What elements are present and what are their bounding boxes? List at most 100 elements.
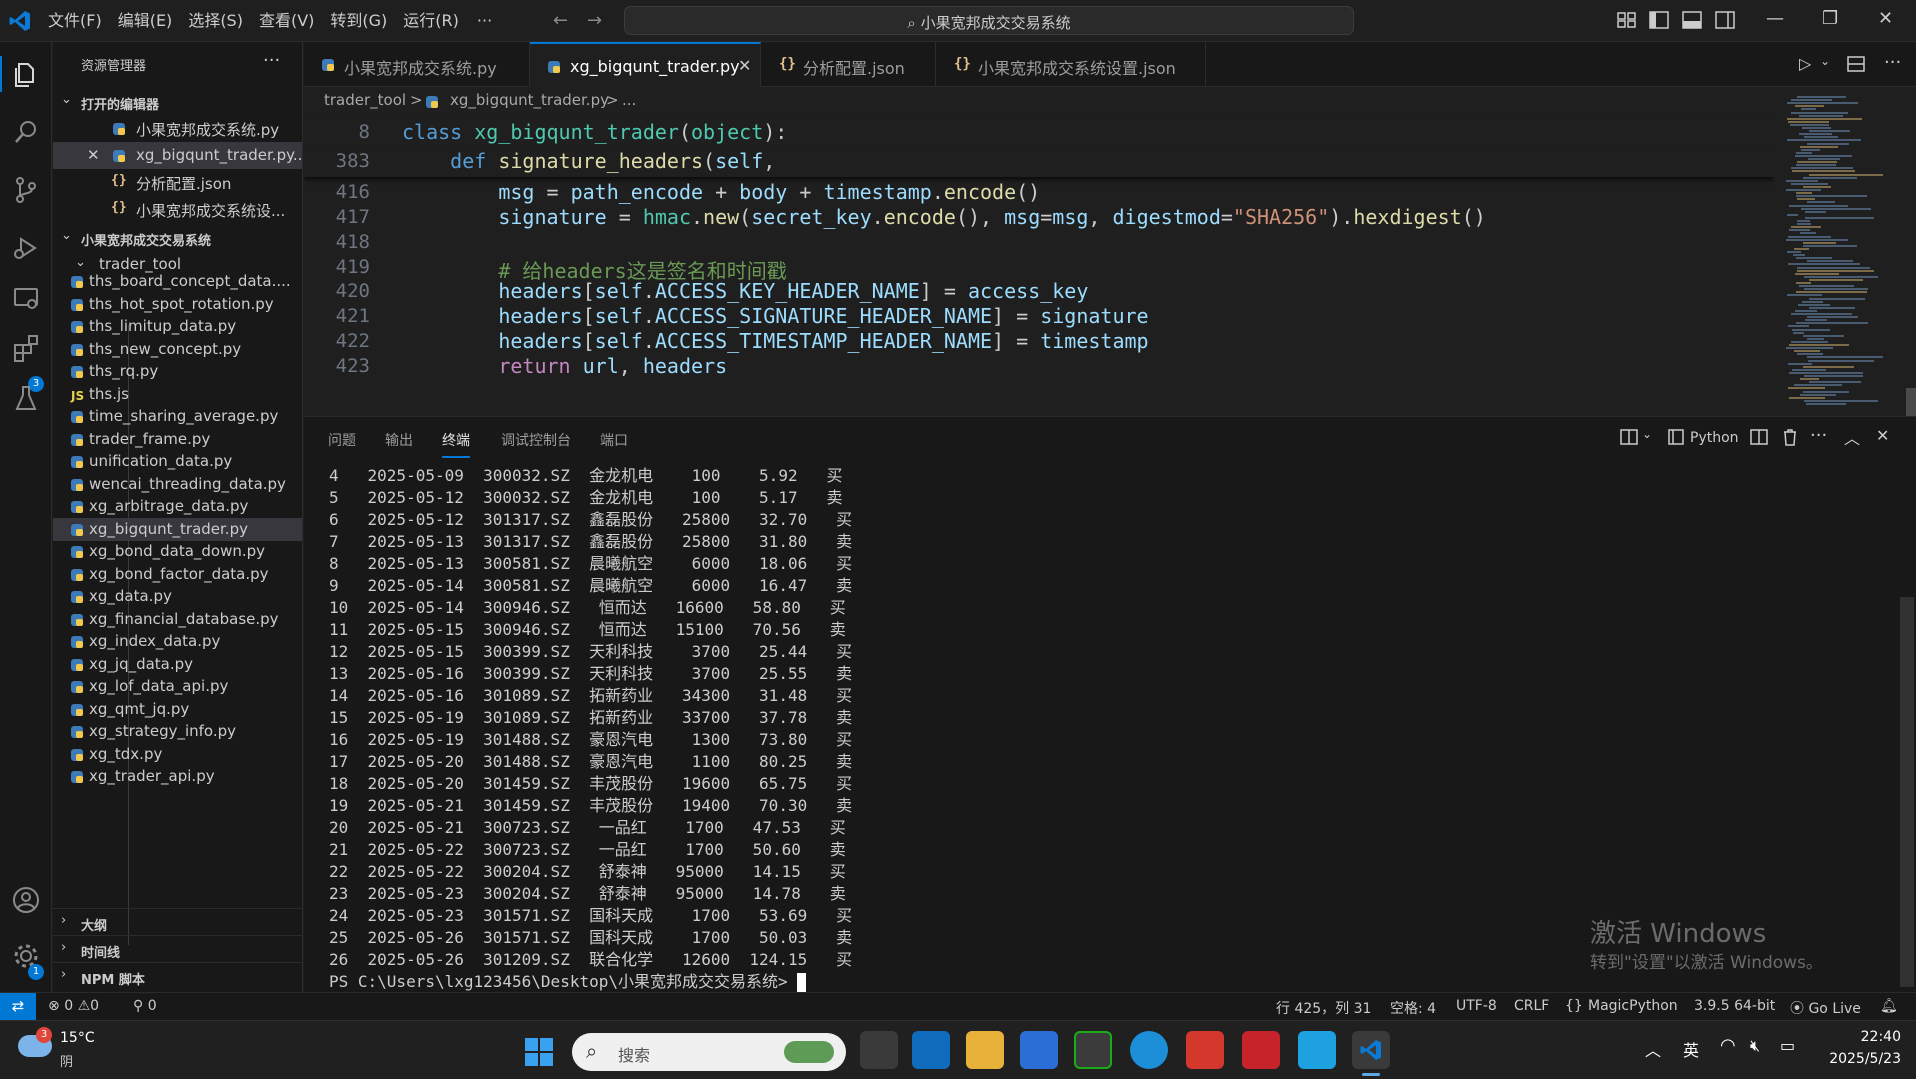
toggle-panel-icon[interactable] <box>1682 11 1702 29</box>
accounts-icon[interactable] <box>10 884 42 916</box>
search-view-icon[interactable] <box>10 116 42 148</box>
chevron-down-icon[interactable]: ⌄ <box>1642 427 1652 441</box>
file-item[interactable]: wencai_threading_data.py <box>53 473 302 496</box>
file-explorer-icon[interactable] <box>966 1031 1004 1069</box>
trading-app-icon[interactable] <box>1242 1031 1280 1069</box>
indentation[interactable]: 空格: 4 <box>1390 998 1436 1018</box>
split-editor-icon[interactable] <box>1847 56 1865 72</box>
menu-file[interactable]: 文件(F) <box>44 10 114 32</box>
clock-date[interactable]: 2025/5/23 <box>1805 1051 1901 1067</box>
testing-flask-icon[interactable] <box>10 382 42 414</box>
file-item[interactable]: trader_frame.py <box>53 428 302 451</box>
weather-temperature[interactable]: 15°C <box>60 1030 95 1046</box>
terminal-output[interactable]: 4 2025-05-09 300032.SZ 金龙机电 100 5.92 买 5 … <box>329 465 852 993</box>
panel-tab-ports[interactable]: 端口 <box>600 430 628 450</box>
file-item[interactable]: xg_strategy_info.py <box>53 720 302 743</box>
toggle-secondary-sidebar-icon[interactable] <box>1715 11 1735 29</box>
input-method-indicator[interactable]: 英 <box>1683 1037 1699 1061</box>
sticky-scroll-line[interactable]: 8 class xg_bigqunt_trader(object): <box>304 118 1774 148</box>
run-debug-icon[interactable] <box>10 232 42 264</box>
sticky-scroll-line[interactable]: 383 def signature_headers(self, <box>304 147 1774 177</box>
clock-time[interactable]: 22:40 <box>1825 1029 1901 1045</box>
terminal-scrollbar[interactable] <box>1900 597 1914 987</box>
file-item[interactable]: time_sharing_average.py <box>53 405 302 428</box>
file-item[interactable]: xg_lof_data_api.py <box>53 675 302 698</box>
battery-icon[interactable]: ▭ <box>1780 1036 1795 1055</box>
ports-indicator[interactable]: ⚲ 0 <box>133 998 157 1014</box>
tab-main-system[interactable]: 小果宽邦成交系统.py <box>304 42 530 87</box>
breadcrumb-tail[interactable]: ... <box>622 91 636 109</box>
go-live-button[interactable]: ⦿ Go Live <box>1790 998 1861 1018</box>
cursor-position[interactable]: 行 425，列 31 <box>1276 998 1371 1018</box>
menu-more[interactable]: ··· <box>471 10 498 32</box>
remote-indicator-icon[interactable]: ⇄ <box>0 993 36 1021</box>
file-item[interactable]: ths_new_concept.py <box>53 338 302 361</box>
encoding[interactable]: UTF-8 <box>1456 998 1497 1014</box>
close-panel-icon[interactable]: ✕ <box>1876 426 1889 445</box>
wechat-icon[interactable] <box>1074 1031 1112 1069</box>
timeline-section[interactable]: › 时间线 <box>53 935 302 962</box>
terminal-prompt-line[interactable]: PS C:\Users\lxg123456\Desktop\小果宽邦成交交易系统… <box>329 971 852 993</box>
file-item[interactable]: xg_tdx.py <box>53 743 302 766</box>
source-control-icon[interactable] <box>10 174 42 206</box>
notifications-bell-icon[interactable]: 🔔︎ <box>1880 998 1898 1014</box>
file-item[interactable]: xg_financial_database.py <box>53 608 302 631</box>
language-mode[interactable]: MagicPython <box>1588 998 1678 1014</box>
file-item[interactable]: xg_bond_data_down.py <box>53 540 302 563</box>
tab-system-settings[interactable]: {} 小果宽邦成交系统设置.json <box>936 42 1206 87</box>
remote-explorer-icon[interactable] <box>10 282 42 314</box>
stock-app-icon[interactable] <box>1298 1031 1336 1069</box>
file-item[interactable]: unification_data.py <box>53 450 302 473</box>
open-editor-item[interactable]: 小果宽邦成交系统.py <box>53 115 302 142</box>
menu-edit[interactable]: 编辑(E) <box>114 10 185 32</box>
wps-office-icon[interactable] <box>1186 1031 1224 1069</box>
file-item[interactable]: xg_arbitrage_data.py <box>53 495 302 518</box>
file-item[interactable]: ths_rq.py <box>53 360 302 383</box>
microsoft-store-icon[interactable] <box>1020 1031 1058 1069</box>
file-item[interactable]: ths_board_concept_data.... <box>53 270 302 293</box>
close-tab-icon[interactable]: ✕ <box>738 56 751 75</box>
more-actions-icon[interactable]: ··· <box>1810 425 1827 446</box>
file-item[interactable]: xg_trader_api.py <box>53 765 302 788</box>
file-item[interactable]: xg_data.py <box>53 585 302 608</box>
file-item[interactable]: xg_index_data.py <box>53 630 302 653</box>
breadcrumb-file[interactable]: xg_bigqunt_trader.py <box>450 91 609 109</box>
volume-muted-icon[interactable]: 🔇︎ <box>1750 1036 1760 1056</box>
toggle-primary-sidebar-icon[interactable] <box>1649 11 1669 29</box>
close-editor-icon[interactable]: ✕ <box>87 146 100 164</box>
open-editor-item[interactable]: {} 分析配置.json <box>53 169 302 196</box>
terminal-type-label[interactable]: Python <box>1690 430 1739 446</box>
outlook-icon[interactable] <box>912 1031 950 1069</box>
chevron-down-icon[interactable]: ⌄ <box>1820 54 1830 68</box>
restore-icon[interactable]: ❐ <box>1822 8 1838 29</box>
code-line[interactable]: 423 return url, headers <box>304 352 1774 382</box>
maximize-panel-icon[interactable]: ︿ <box>1844 425 1860 449</box>
open-editor-item[interactable]: {} 小果宽邦成交系统设... <box>53 196 302 223</box>
back-arrow-icon[interactable]: ← <box>553 10 568 31</box>
breadcrumb-folder[interactable]: trader_tool <box>324 91 406 109</box>
new-terminal-icon[interactable] <box>1620 429 1638 445</box>
open-editor-item[interactable]: ✕ xg_bigqunt_trader.py... <box>53 142 302 169</box>
panel-tab-debug-console[interactable]: 调试控制台 <box>501 430 571 450</box>
explorer-more-icon[interactable]: ··· <box>263 50 280 71</box>
file-item[interactable]: ths_hot_spot_rotation.py <box>53 293 302 316</box>
python-interpreter[interactable]: 3.9.5 64-bit <box>1694 998 1775 1014</box>
extensions-icon[interactable] <box>10 332 42 364</box>
customize-layout-icon[interactable] <box>1617 11 1637 29</box>
forward-arrow-icon[interactable]: → <box>587 10 602 31</box>
file-item[interactable]: JS ths.js <box>53 383 302 406</box>
more-actions-icon[interactable]: ··· <box>1884 52 1901 73</box>
code-editor[interactable]: 8 class xg_bigqunt_trader(object): 383 def… <box>304 114 1774 416</box>
editor-scrollbar-thumb[interactable] <box>1906 388 1916 416</box>
outline-section[interactable]: › 大纲 <box>53 908 302 935</box>
close-window-icon[interactable]: ✕ <box>1878 8 1893 29</box>
file-item[interactable]: xg_jq_data.py <box>53 653 302 676</box>
file-item[interactable]: xg_bond_factor_data.py <box>53 563 302 586</box>
panel-tab-output[interactable]: 输出 <box>385 430 413 450</box>
npm-scripts-section[interactable]: › NPM 脚本 <box>53 962 302 989</box>
edge-browser-icon[interactable] <box>1130 1031 1168 1069</box>
file-item[interactable]: xg_qmt_jq.py <box>53 698 302 721</box>
open-editors-section[interactable]: ⌄ 打开的编辑器 <box>53 88 302 115</box>
task-view-icon[interactable] <box>860 1031 898 1069</box>
explorer-icon[interactable] <box>10 58 42 90</box>
